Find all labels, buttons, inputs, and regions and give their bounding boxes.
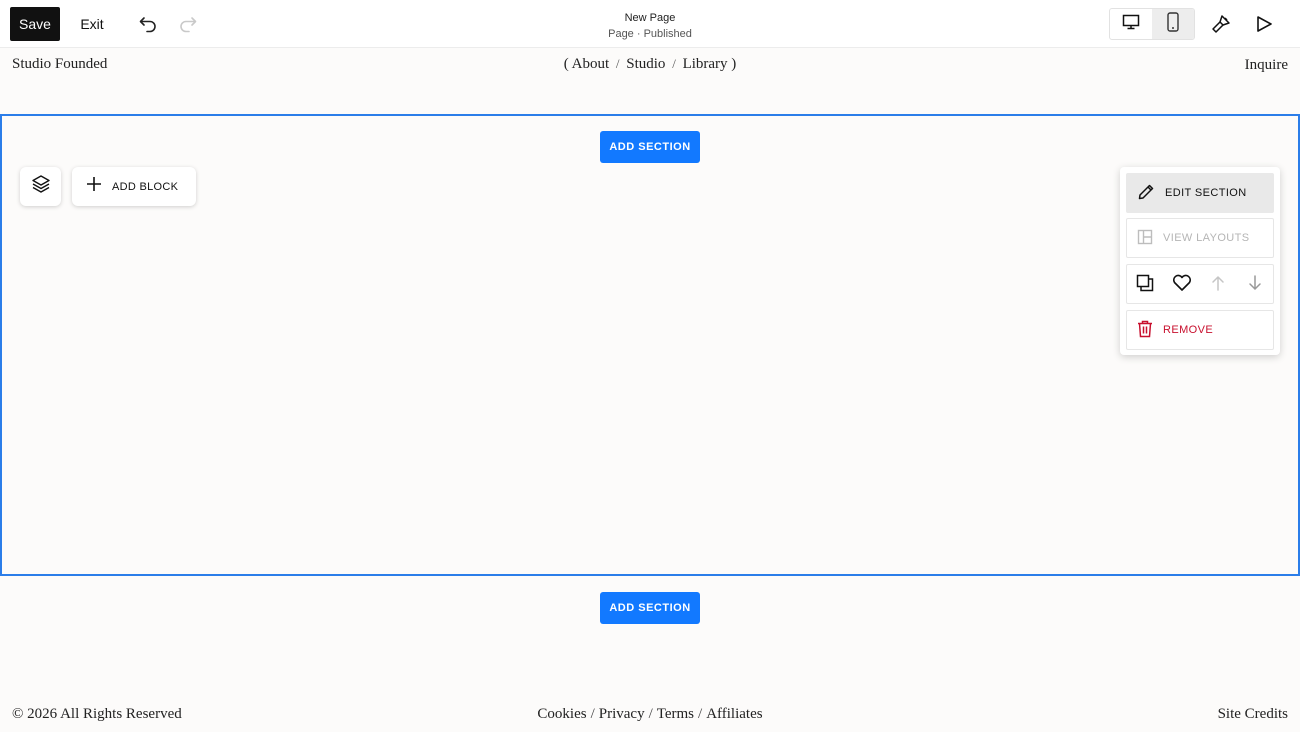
plus-icon <box>86 176 102 197</box>
edit-section-button[interactable]: EDIT SECTION <box>1126 173 1274 213</box>
layers-button[interactable] <box>20 167 61 206</box>
footer-link-cookies[interactable]: Cookies <box>537 706 586 722</box>
footer-link-terms[interactable]: Terms <box>657 706 694 722</box>
site-title[interactable]: Studio Founded <box>12 56 107 73</box>
section-menu: EDIT SECTION VIEW LAYOUTS REMOVE <box>1120 167 1280 355</box>
move-up-icon <box>1210 275 1226 294</box>
section-actions-row <box>1126 264 1274 304</box>
footer-links: Cookies / Privacy / Terms / Affiliates <box>480 706 820 723</box>
move-up-button[interactable] <box>1200 266 1236 302</box>
trash-icon <box>1137 320 1153 341</box>
page-title-block: New Page Page · Published <box>550 10 750 42</box>
footer-link-affiliates[interactable]: Affiliates <box>706 706 762 722</box>
nav-close-paren: ) <box>731 56 737 72</box>
layers-icon <box>31 174 51 199</box>
move-down-icon <box>1247 274 1263 294</box>
remove-section-button[interactable]: REMOVE <box>1126 310 1274 350</box>
undo-icon[interactable] <box>136 12 160 36</box>
design-brush-icon[interactable] <box>1209 12 1233 36</box>
nav-item-inquire[interactable]: Inquire <box>1245 57 1288 74</box>
favorite-button[interactable] <box>1164 266 1200 302</box>
duplicate-icon <box>1136 274 1154 295</box>
favorite-heart-icon <box>1172 274 1192 295</box>
preview-play-icon[interactable] <box>1252 12 1276 36</box>
duplicate-button[interactable] <box>1127 266 1163 302</box>
nav-separator: / <box>615 56 620 71</box>
remove-label: REMOVE <box>1163 324 1214 336</box>
add-block-label: ADD BLOCK <box>112 180 179 193</box>
footer-link-privacy[interactable]: Privacy <box>599 706 645 722</box>
footer-separator: / <box>590 706 595 722</box>
nav-item-library[interactable]: Library <box>683 56 728 72</box>
redo-icon[interactable] <box>176 12 200 36</box>
mobile-icon <box>1166 11 1180 37</box>
view-layouts-button[interactable]: VIEW LAYOUTS <box>1126 218 1274 258</box>
desktop-icon <box>1122 13 1140 36</box>
add-section-button-top[interactable]: ADD SECTION <box>600 131 700 163</box>
pencil-icon <box>1137 183 1155 204</box>
nav-item-studio[interactable]: Studio <box>626 56 665 72</box>
add-section-button-bottom[interactable]: ADD SECTION <box>600 592 700 624</box>
site-nav: ( About / Studio / Library ) <box>500 56 800 73</box>
move-down-button[interactable] <box>1237 266 1273 302</box>
nav-item-about[interactable]: About <box>572 56 610 72</box>
view-layouts-label: VIEW LAYOUTS <box>1163 232 1250 244</box>
desktop-view-button[interactable] <box>1110 9 1152 39</box>
nav-open-paren: ( <box>563 56 569 72</box>
device-toggle <box>1109 8 1195 40</box>
exit-button[interactable]: Exit <box>72 7 112 41</box>
page-title: New Page <box>624 12 676 24</box>
footer-site-credits[interactable]: Site Credits <box>1218 706 1288 723</box>
layout-grid-icon <box>1137 229 1153 248</box>
footer-separator: / <box>698 706 703 722</box>
mobile-view-button[interactable] <box>1152 9 1194 39</box>
add-block-button[interactable]: ADD BLOCK <box>72 167 196 206</box>
footer-separator: / <box>648 706 653 722</box>
editor-toolbar: Save Exit New Page Page · Published <box>0 0 1300 48</box>
footer-copyright: © 2026 All Rights Reserved <box>12 706 182 722</box>
save-button[interactable]: Save <box>10 7 60 41</box>
nav-separator: / <box>672 56 676 71</box>
edit-section-label: EDIT SECTION <box>1165 187 1247 199</box>
page-status: Page · Published <box>608 28 692 40</box>
